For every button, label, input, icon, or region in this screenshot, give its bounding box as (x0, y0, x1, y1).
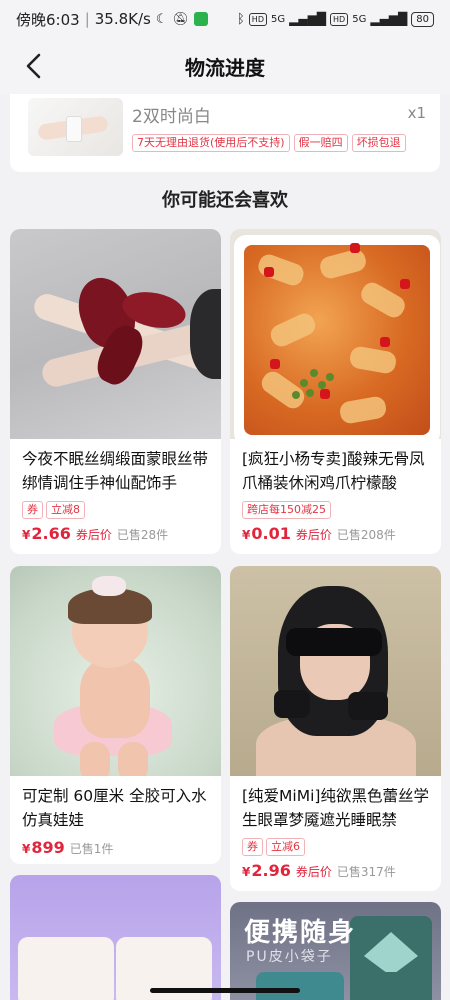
nav-bar: 物流进度 (0, 38, 450, 94)
product-card[interactable] (10, 875, 221, 1000)
product-image (230, 566, 441, 776)
order-service-tags: 7天无理由退货(使用后不支持) 假一赔四 坏损包退 (132, 134, 406, 152)
page-title: 物流进度 (185, 55, 265, 80)
product-price: ¥899 (22, 838, 65, 857)
product-price: ¥0.01 (242, 524, 291, 543)
signal-icon: ▂▄▆█ (289, 12, 327, 26)
product-price: ¥2.96 (242, 861, 291, 880)
discount-tag: 立减6 (266, 838, 305, 856)
product-price: ¥2.66 (22, 524, 71, 543)
wechat-icon (194, 12, 209, 26)
order-product-image (28, 98, 123, 156)
status-time: 傍晚6:03 (16, 10, 80, 29)
bell-off-icon: 🔕︎ (172, 11, 190, 27)
price-row: ¥899 已售1件 (22, 838, 209, 857)
promo-tag: 跨店每150减25 (242, 501, 331, 519)
service-tag: 坏损包退 (351, 134, 406, 152)
price-row: ¥0.01 券后价 已售208件 (242, 524, 429, 543)
moon-icon: ☾ (155, 11, 168, 27)
chevron-left-icon (26, 53, 41, 79)
image-headline: 便携随身 (244, 918, 357, 948)
product-image (10, 229, 221, 439)
discount-tag: 立减8 (46, 501, 85, 519)
signal-icon-2: ▂▄▆█ (370, 12, 408, 26)
product-title: [纯爱MiMi]纯欲黑色蕾丝学生眼罩梦魇遮光睡眠禁 (242, 787, 429, 829)
sold-count: 已售208件 (336, 528, 396, 542)
order-product-spec: 2双时尚白 (132, 107, 211, 127)
sold-count: 已售1件 (69, 842, 114, 856)
status-network-speed: 35.8K/s (94, 10, 151, 28)
status-divider: | (84, 10, 90, 28)
coupon-tag: 券 (242, 838, 263, 856)
product-card[interactable]: 今夜不眠丝绸缎面蒙眼丝带绑情调住手神仙配饰手 券 立减8 ¥2.66 券后价 已… (10, 229, 221, 554)
price-row: ¥2.96 券后价 已售317件 (242, 861, 429, 880)
product-image: 便携随身 PU皮小袋子 (230, 902, 441, 1000)
service-tag: 假一赔四 (293, 134, 348, 152)
order-quantity: x1 (407, 104, 426, 122)
network-label-1: 5G (270, 13, 286, 25)
product-tags: 跨店每150减25 (242, 501, 429, 519)
product-title: [疯狂小杨专卖]酸辣无骨凤爪桶装休闲鸡爪柠檬酸 (242, 450, 425, 492)
back-button[interactable] (20, 52, 48, 80)
price-note: 券后价 (75, 528, 112, 542)
sold-count: 已售28件 (116, 528, 169, 542)
product-card[interactable]: 可定制 60厘米 全胶可入水仿真娃娃 ¥899 已售1件 (10, 566, 221, 864)
product-tags: 券 立减8 (22, 501, 209, 519)
product-title: 今夜不眠丝绸缎面蒙眼丝带绑情调住手神仙配饰手 (22, 450, 209, 492)
price-row: ¥2.66 券后价 已售28件 (22, 524, 209, 543)
coupon-tag: 券 (22, 501, 43, 519)
hd-badge: HD (248, 12, 267, 26)
product-image (10, 875, 221, 1000)
bluetooth-icon: ᛒ (236, 11, 245, 27)
hd-badge-2: HD (330, 12, 349, 26)
product-card[interactable]: [疯狂小杨专卖]酸辣无骨凤爪桶装休闲鸡爪柠檬酸 跨店每150减25 ¥0.01 … (230, 229, 441, 554)
product-card[interactable]: [纯爱MiMi]纯欲黑色蕾丝学生眼罩梦魇遮光睡眠禁 券 立减6 ¥2.96 券后… (230, 566, 441, 891)
status-bar: 傍晚6:03 | 35.8K/s ☾ 🔕︎ ᛒ HD 5G ▂▄▆█ HD 5G… (0, 0, 450, 38)
service-tag: 7天无理由退货(使用后不支持) (132, 134, 290, 152)
network-label-2: 5G (352, 13, 367, 25)
product-image (10, 566, 221, 776)
product-title: 可定制 60厘米 全胶可入水仿真娃娃 (22, 787, 207, 829)
price-note: 券后价 (295, 865, 332, 879)
price-note: 券后价 (295, 528, 332, 542)
product-image (230, 229, 441, 439)
home-indicator[interactable] (150, 988, 300, 993)
order-item-card[interactable]: 2双时尚白 x1 7天无理由退货(使用后不支持) 假一赔四 坏损包退 (10, 94, 440, 172)
product-tags: 券 立减6 (242, 838, 429, 856)
product-card[interactable]: 便携随身 PU皮小袋子 (230, 902, 441, 1000)
image-subline: PU皮小袋子 (246, 949, 333, 965)
battery-icon: 80 (411, 11, 434, 27)
recommend-title: 你可能还会喜欢 (162, 190, 288, 211)
sold-count: 已售317件 (336, 865, 396, 879)
